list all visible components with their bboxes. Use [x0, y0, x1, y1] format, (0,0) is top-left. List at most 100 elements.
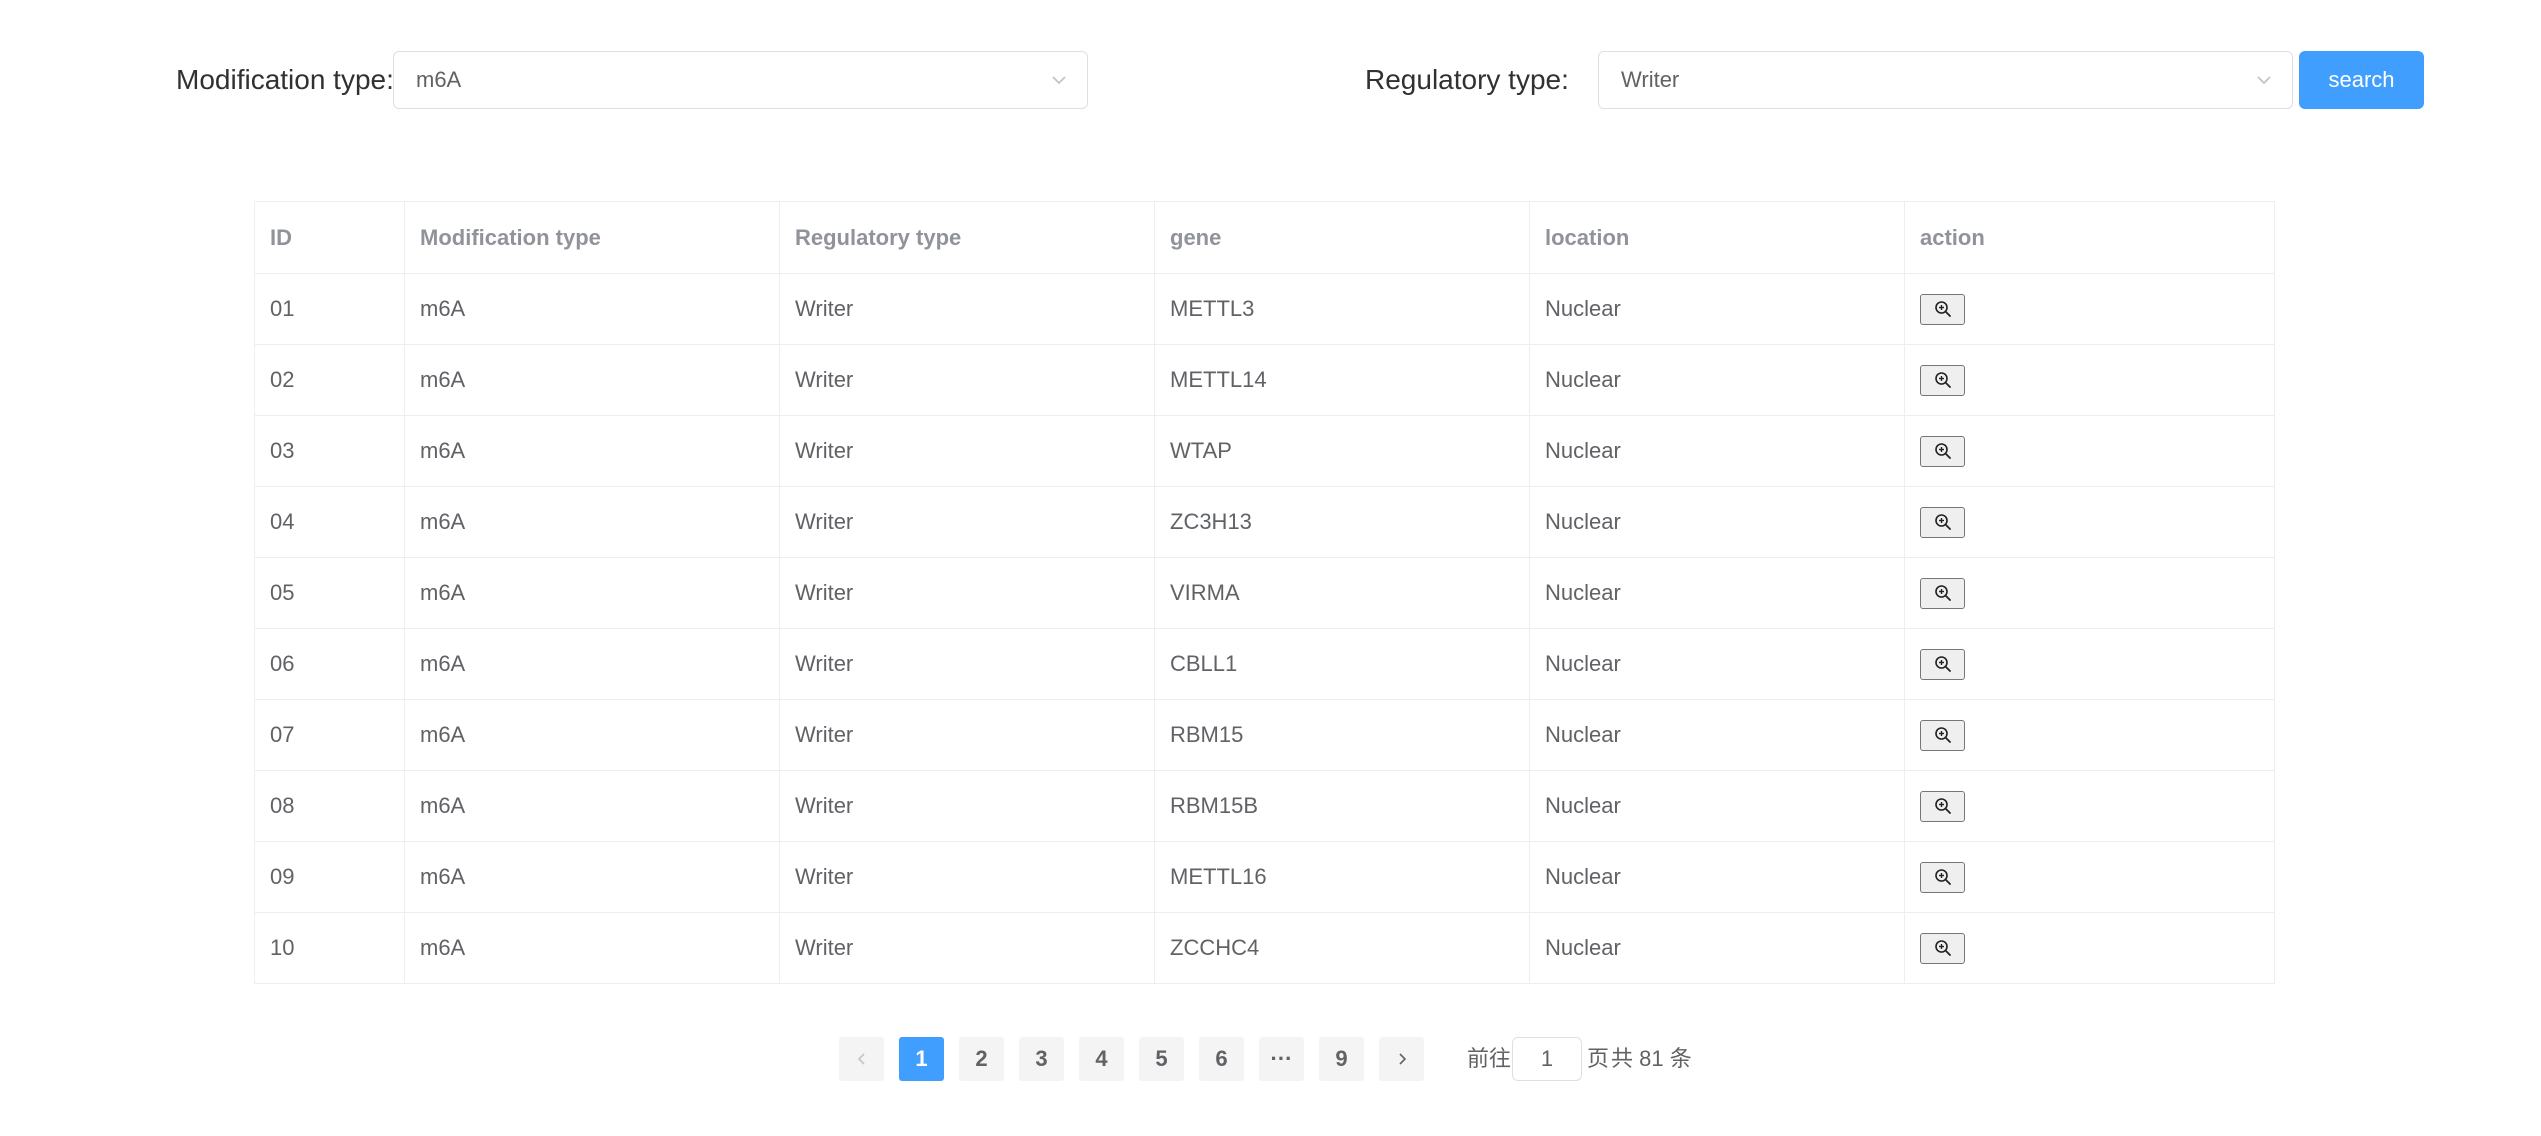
regulatory-type-value: Writer [1621, 67, 1680, 92]
cell-regulatory-type: Writer [779, 699, 1155, 771]
cell-modification-type: m6A [404, 415, 780, 487]
regulatory-type-select[interactable]: Writer [1598, 51, 2293, 109]
cell-action [1904, 557, 2275, 629]
cell-regulatory-type: Writer [779, 770, 1155, 842]
table-row: 02 m6A Writer METTL14 Nuclear [254, 344, 2275, 416]
cell-action [1905, 913, 2275, 984]
zoom-in-icon [1934, 514, 1951, 530]
cell-modification-type: m6A [404, 344, 780, 416]
cell-gene: RBM15 [1154, 699, 1530, 771]
table-row: 07 m6A Writer RBM15 Nuclear [254, 699, 2275, 771]
page-button-1[interactable]: 1 [899, 1037, 944, 1081]
cell-gene: ZCCHC4 [1154, 912, 1530, 984]
modification-type-select[interactable]: m6A [393, 51, 1088, 109]
header-location: location [1529, 201, 1905, 274]
cell-action [1904, 415, 2275, 487]
zoom-in-icon [1934, 443, 1951, 459]
cell-regulatory-type: Writer [779, 841, 1155, 913]
table-row: 06 m6A Writer CBLL1 Nuclear [254, 628, 2275, 700]
cell-id: 03 [254, 415, 405, 487]
cell-location: Nuclear [1529, 841, 1905, 913]
goto-page-input[interactable] [1512, 1037, 1582, 1081]
cell-action [1904, 770, 2275, 842]
cell-location: Nuclear [1529, 273, 1905, 345]
cell-regulatory-type: Writer [779, 628, 1155, 700]
zoom-in-icon [1934, 798, 1951, 814]
view-details-button[interactable] [1920, 435, 1965, 467]
cell-gene: CBLL1 [1154, 628, 1530, 700]
cell-action [1904, 841, 2275, 913]
cell-modification-type: m6A [404, 841, 780, 913]
cell-modification-type: m6A [404, 273, 780, 345]
cell-location: Nuclear [1529, 912, 1905, 984]
page-button-4[interactable]: 4 [1079, 1037, 1124, 1081]
cell-location: Nuclear [1529, 770, 1905, 842]
table-header-row: ID Modification type Regulatory type gen… [254, 201, 2275, 274]
cell-modification-type: m6A [404, 770, 780, 842]
page-button-2[interactable]: 2 [959, 1037, 1004, 1081]
table-row: 09 m6A Writer METTL16 Nuclear [254, 841, 2275, 913]
page-button-9[interactable]: 9 [1319, 1037, 1364, 1081]
zoom-in-icon [1934, 869, 1951, 885]
modification-type-label: Modification type: [176, 64, 394, 95]
table-row: 10 m6A Writer ZCCHC4 Nuclear [254, 912, 2275, 984]
cell-id: 06 [254, 628, 405, 700]
view-details-button[interactable] [1920, 790, 1965, 822]
cell-gene: METTL16 [1154, 841, 1530, 913]
cell-gene: WTAP [1154, 415, 1530, 487]
cell-id: 04 [254, 486, 405, 558]
cell-action [1904, 628, 2275, 700]
table-row: 08 m6A Writer RBM15B Nuclear [254, 770, 2275, 842]
header-action: action [1904, 201, 2275, 274]
zoom-in-icon [1934, 301, 1951, 317]
header-id: ID [254, 201, 405, 274]
cell-gene: RBM15B [1154, 770, 1530, 842]
prev-page-button[interactable] [839, 1037, 884, 1081]
cell-id: 09 [254, 841, 405, 913]
cell-gene: METTL14 [1154, 344, 1530, 416]
cell-id: 07 [254, 699, 405, 771]
goto-prefix-label: 前往 [1467, 1046, 1512, 1071]
total-count-label: 共 81 条 [1611, 1046, 1692, 1071]
cell-location: Nuclear [1529, 557, 1905, 629]
cell-modification-type: m6A [404, 699, 780, 771]
view-details-button[interactable] [1920, 861, 1965, 893]
cell-location: Nuclear [1529, 415, 1905, 487]
cell-id: 02 [254, 344, 405, 416]
cell-location: Nuclear [1529, 486, 1905, 558]
view-details-button[interactable] [1920, 577, 1965, 609]
table-row: 04 m6A Writer ZC3H13 Nuclear [254, 486, 2275, 558]
view-details-button[interactable] [1920, 932, 1965, 964]
chevron-right-icon [1399, 1053, 1407, 1065]
view-details-button[interactable] [1920, 648, 1965, 680]
more-pages-button[interactable]: ··· [1259, 1037, 1304, 1081]
next-page-button[interactable] [1379, 1037, 1424, 1081]
zoom-in-icon [1934, 727, 1951, 743]
cell-id: 01 [254, 273, 405, 345]
view-details-button[interactable] [1920, 506, 1965, 538]
cell-modification-type: m6A [404, 628, 780, 700]
cell-action [1904, 344, 2275, 416]
cell-id: 08 [254, 770, 405, 842]
view-details-button[interactable] [1920, 364, 1965, 396]
header-regulatory-type: Regulatory type [779, 201, 1155, 274]
zoom-in-icon [1934, 585, 1951, 601]
header-gene: gene [1154, 201, 1530, 274]
page-button-6[interactable]: 6 [1199, 1037, 1244, 1081]
search-button[interactable]: search [2299, 51, 2424, 109]
cell-id: 05 [254, 557, 405, 629]
cell-regulatory-type: Writer [779, 486, 1155, 558]
header-modification-type: Modification type [404, 201, 780, 274]
zoom-in-icon [1934, 372, 1951, 388]
zoom-in-icon [1934, 940, 1951, 956]
page-button-3[interactable]: 3 [1019, 1037, 1064, 1081]
cell-regulatory-type: Writer [779, 415, 1155, 487]
cell-gene: VIRMA [1154, 557, 1530, 629]
cell-regulatory-type: Writer [779, 557, 1155, 629]
chevron-left-icon [857, 1053, 865, 1065]
cell-regulatory-type: Writer [779, 912, 1155, 984]
page-button-5[interactable]: 5 [1139, 1037, 1184, 1081]
view-details-button[interactable] [1920, 719, 1965, 751]
chevron-down-icon [2257, 76, 2271, 85]
view-details-button[interactable] [1920, 293, 1965, 325]
